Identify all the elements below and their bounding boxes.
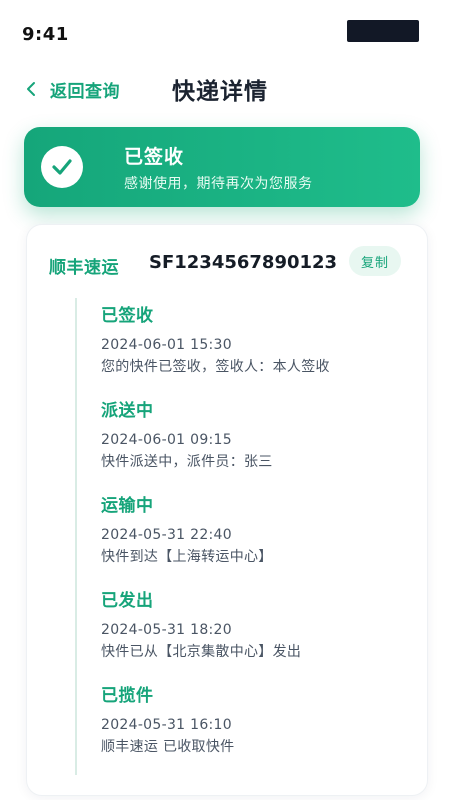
timeline-item: 派送中 2024-06-01 09:15 快件派送中，派件员：张三	[101, 400, 401, 471]
event-time: 2024-06-01 09:15	[101, 432, 232, 448]
event-time: 2024-05-31 22:40	[101, 527, 232, 543]
status-time: 9:41	[22, 24, 69, 45]
back-button[interactable]: 返回查询	[26, 76, 120, 102]
timeline-line	[75, 298, 77, 775]
event-description: 快件到达【上海转运中心】	[101, 549, 273, 565]
tracking-timeline: 已签收 2024-06-01 15:30 您的快件已签收，签收人：本人签收 派送…	[27, 225, 427, 795]
timeline-item: 已发出 2024-05-31 18:20 快件已从【北京集散中心】发出	[101, 590, 401, 661]
banner-subtitle: 感谢使用，期待再次为您服务	[124, 176, 313, 192]
status-bar: 9:41	[0, 0, 450, 56]
back-label: 返回查询	[50, 81, 120, 102]
timeline-item: 已揽件 2024-05-31 16:10 顺丰速运 已收取快件	[101, 685, 401, 756]
timeline-item: 运输中 2024-05-31 22:40 快件到达【上海转运中心】	[101, 495, 401, 566]
tracking-card: 顺丰速运 SF1234567890123 复制 已签收 2024-06-01 1…	[26, 224, 428, 796]
event-description: 快件已从【北京集散中心】发出	[101, 644, 302, 660]
event-time: 2024-06-01 15:30	[101, 337, 232, 353]
event-time: 2024-05-31 16:10	[101, 717, 232, 733]
event-status: 运输中	[101, 496, 154, 516]
banner-title: 已签收	[124, 146, 185, 168]
header: 返回查询 快递详情	[0, 64, 450, 112]
status-indicators	[347, 20, 419, 42]
event-status: 已发出	[101, 591, 154, 611]
event-time: 2024-05-31 18:20	[101, 622, 232, 638]
event-status: 已签收	[101, 306, 154, 326]
page-title: 快递详情	[172, 79, 268, 105]
chevron-left-icon	[26, 81, 40, 97]
delivery-status-banner: 已签收 感谢使用，期待再次为您服务	[24, 127, 420, 207]
event-description: 顺丰速运 已收取快件	[101, 739, 235, 755]
timeline-item: 已签收 2024-06-01 15:30 您的快件已签收，签收人：本人签收	[101, 305, 401, 376]
event-status: 已揽件	[101, 686, 154, 706]
event-status: 派送中	[101, 401, 154, 421]
express-detail-screen: 9:41 返回查询 快递详情 已签收 感谢使用，期待再次为您服务 顺丰速运 SF…	[0, 0, 450, 800]
check-circle-icon	[41, 146, 83, 188]
event-description: 您的快件已签收，签收人：本人签收	[101, 359, 330, 375]
event-description: 快件派送中，派件员：张三	[101, 454, 273, 470]
